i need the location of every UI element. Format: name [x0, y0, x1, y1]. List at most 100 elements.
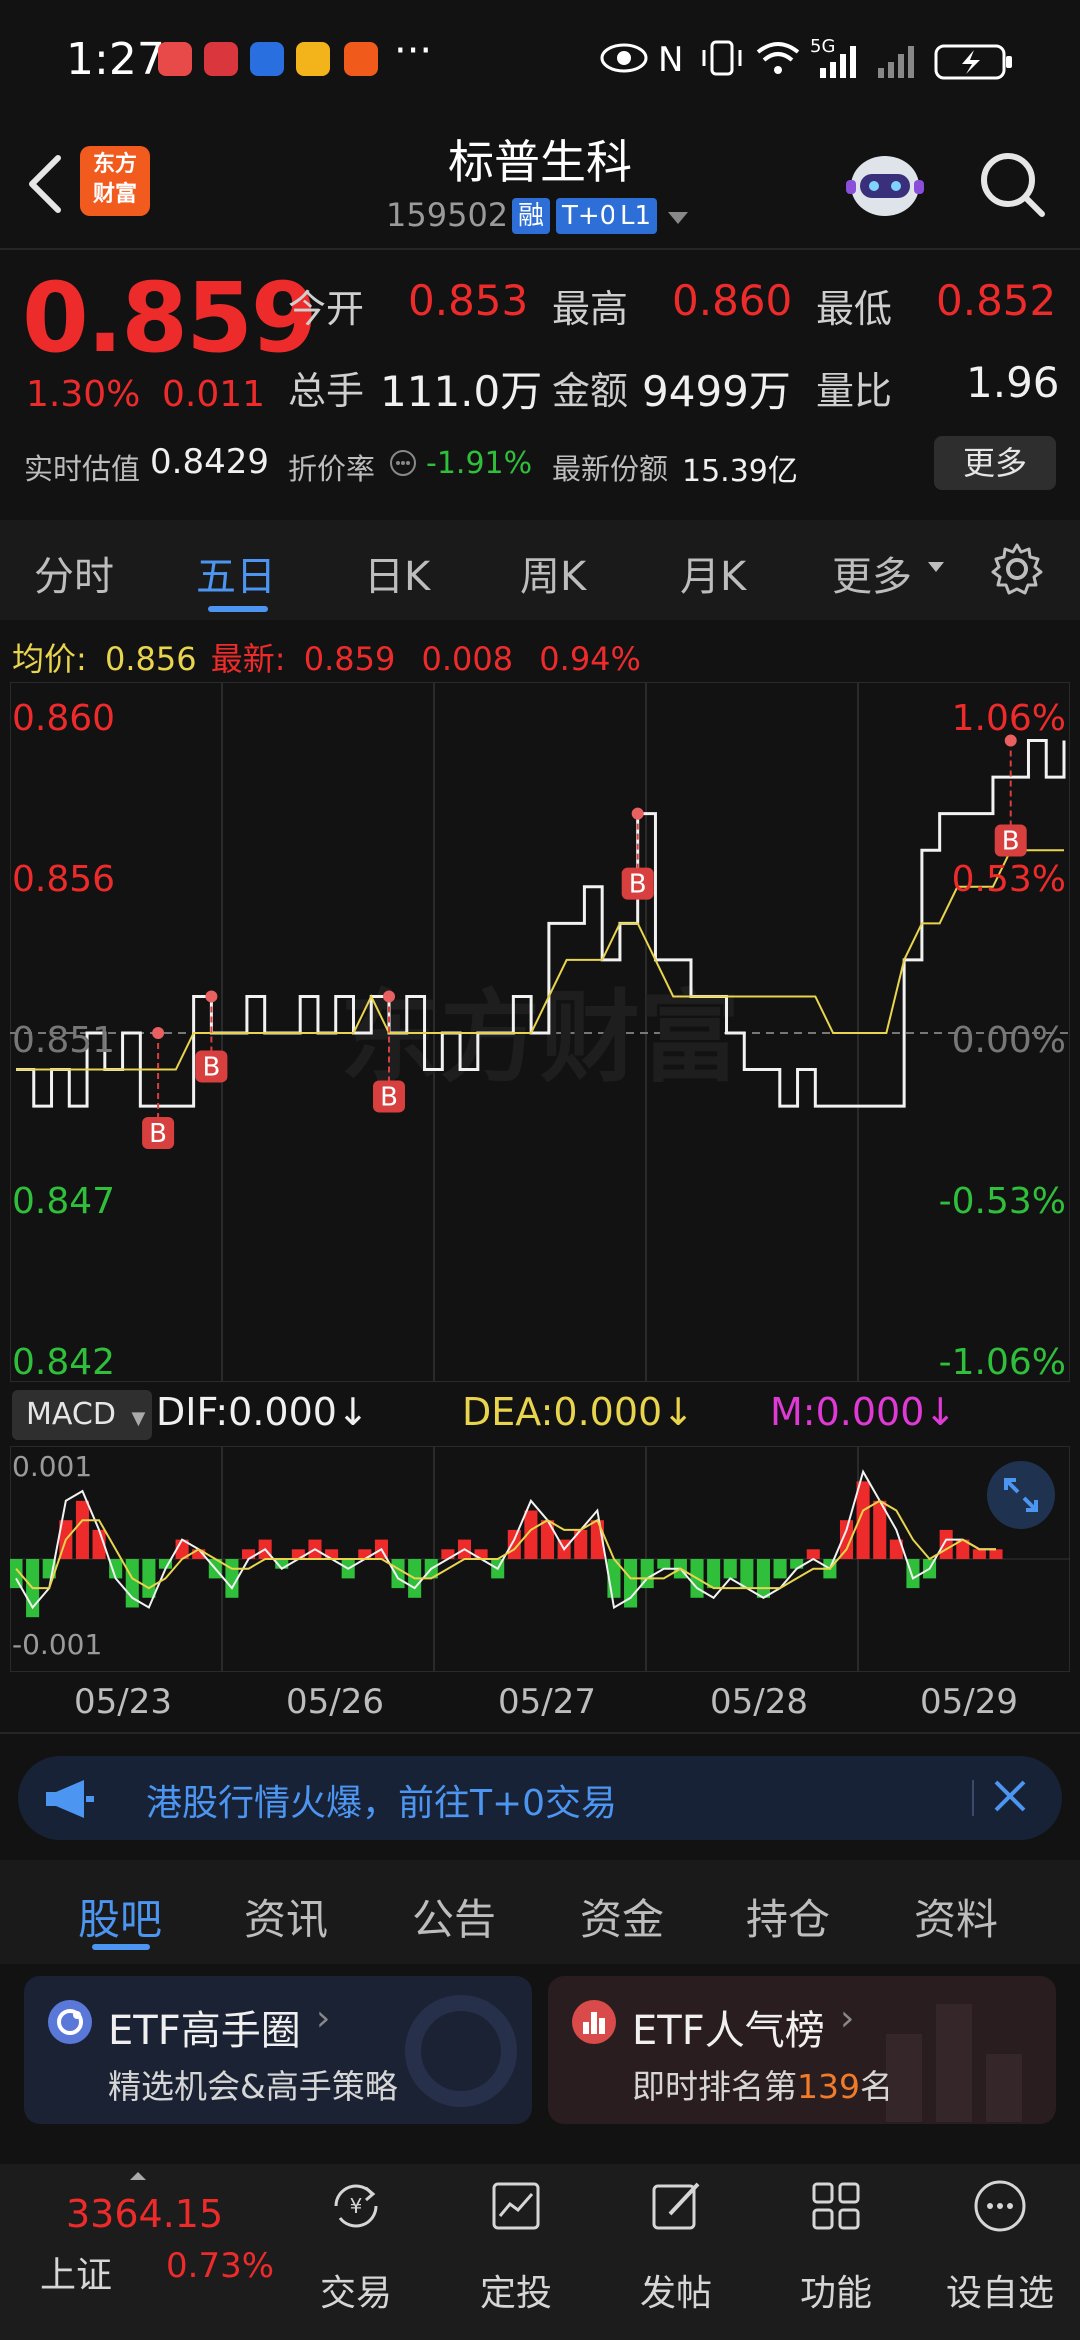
index-name[interactable]: 上证	[40, 2246, 112, 2298]
index-value[interactable]: 3364.15	[66, 2192, 223, 2236]
index-expand-icon[interactable]	[130, 2172, 146, 2180]
amount-label: 金额	[552, 369, 629, 413]
macd-bottom-label: -0.001	[12, 1628, 102, 1661]
low-value: 0.852	[936, 276, 1057, 325]
margin-tag[interactable]: 融	[512, 198, 551, 234]
tab-more[interactable]: 更多	[832, 544, 912, 602]
l1-tag[interactable]: L1	[614, 198, 658, 234]
pct-tick-label: 1.06%	[952, 698, 1066, 739]
robot-assistant-icon[interactable]	[842, 146, 928, 224]
more-quote-button[interactable]: 更多	[934, 436, 1056, 490]
date-label: 05/27	[498, 1682, 596, 1722]
date-label: 05/23	[74, 1682, 172, 1722]
etf-expert-circle-card[interactable]: ETF高手圈 › 精选机会&高手策略	[24, 1976, 532, 2124]
macd-bar	[657, 1559, 671, 1569]
y-tick-label: 0.847	[12, 1181, 115, 1222]
macd-bar	[989, 1549, 1003, 1559]
tab-profile[interactable]: 资料	[914, 1886, 998, 1947]
macd-bar	[972, 1549, 986, 1559]
nav-label: 交易	[319, 2273, 392, 2314]
chart-info-line: 均价: 0.856 最新: 0.859 0.008 0.94%	[12, 634, 641, 680]
premium-info-icon[interactable]	[388, 448, 418, 478]
etf-popularity-card[interactable]: ETF人气榜 › 即时排名第139名	[548, 1976, 1056, 2124]
signal-icon	[820, 46, 856, 78]
tab-more-caret-icon[interactable]	[928, 562, 944, 572]
message-app-icon	[344, 42, 378, 76]
weibo-icon	[296, 42, 330, 76]
macd-top-label: 0.001	[12, 1450, 92, 1483]
card-bars-decoration-icon	[886, 2004, 1022, 2122]
latest-change: 0.008	[421, 640, 514, 678]
banner-text[interactable]: 港股行情火爆，前往T+0交易	[146, 1774, 617, 1826]
tab-daily-k[interactable]: 日K	[364, 544, 430, 602]
tab-forum[interactable]: 股吧	[78, 1886, 162, 1947]
premium-value: -1.91%	[426, 446, 533, 481]
tab-announcements[interactable]: 公告	[412, 1886, 496, 1947]
dea-arrow: ↓	[662, 1390, 695, 1434]
header-divider	[0, 248, 1080, 250]
close-icon[interactable]	[990, 1776, 1030, 1816]
premium-label: 折价率	[288, 452, 376, 486]
date-label: 05/28	[710, 1682, 808, 1722]
chart-calendar-icon	[492, 2182, 540, 2230]
rank-number: 139	[797, 2067, 860, 2106]
tab-weekly-k[interactable]: 周K	[520, 544, 586, 602]
avg-label: 均价:	[12, 640, 87, 678]
eye-icon	[600, 43, 648, 73]
indicator-caret-icon: ▼	[131, 1408, 146, 1429]
macd-bar	[939, 1529, 953, 1559]
macd-bar	[391, 1559, 405, 1589]
tab-monthly-k[interactable]: 月K	[680, 544, 746, 602]
expand-chart-icon[interactable]	[986, 1460, 1056, 1530]
nav-fixed-invest[interactable]: 定投	[456, 2176, 576, 2326]
current-price: 0.859	[22, 262, 318, 374]
pct-tick-label: 0.53%	[952, 859, 1066, 900]
tab-intraday[interactable]: 分时	[34, 544, 114, 602]
tab-news[interactable]: 资讯	[244, 1886, 328, 1947]
t0-tag[interactable]: T+0	[556, 198, 623, 234]
indicator-select[interactable]: MACD ▼	[12, 1390, 152, 1440]
macd-bar	[790, 1559, 804, 1569]
tab-holdings[interactable]: 持仓	[746, 1886, 830, 1947]
index-percent[interactable]: 0.73%	[166, 2246, 274, 2286]
shares-value: 15.39亿	[682, 454, 798, 489]
tab-funds[interactable]: 资金	[580, 1886, 664, 1947]
tag-dropdown-icon[interactable]	[668, 212, 688, 224]
volume-ratio-value: 1.96	[966, 358, 1060, 407]
huawei-app-icon	[204, 42, 238, 76]
gear-icon[interactable]	[990, 542, 1044, 596]
macd-bar	[806, 1549, 820, 1559]
macd-bar	[75, 1500, 89, 1559]
tab-five-day[interactable]: 五日	[196, 544, 276, 602]
nav-trade[interactable]: ¥ 交易	[296, 2176, 416, 2326]
iopv-value: 0.8429	[150, 442, 269, 482]
dea-text: DEA:0.000	[462, 1390, 663, 1434]
volume-ratio-label: 量比	[816, 369, 893, 413]
macd-bar	[242, 1549, 256, 1559]
nav-functions[interactable]: 功能	[776, 2176, 896, 2326]
buy-marker-label: B	[380, 1082, 398, 1112]
five-day-price-chart[interactable]: 东方财富BBBBB0.8600.8560.8510.8470.8421.06%0…	[10, 682, 1070, 1382]
nav-add-watchlist[interactable]: 设自选	[940, 2176, 1060, 2326]
battery-icon	[934, 44, 1012, 80]
m-arrow: ↓	[924, 1390, 957, 1434]
volume-label: 总手	[288, 369, 365, 413]
y-tick-label: 0.856	[12, 859, 115, 900]
dif-text: DIF:0.000	[156, 1390, 337, 1434]
nav-label: 功能	[799, 2273, 872, 2314]
macd-bar	[441, 1549, 455, 1559]
buy-marker-dot	[631, 807, 644, 820]
date-label: 05/26	[286, 1682, 384, 1722]
search-icon[interactable]	[976, 148, 1048, 220]
buy-marker-label: B	[1002, 827, 1020, 857]
back-arrow-icon[interactable]	[24, 152, 68, 216]
open-value: 0.853	[408, 276, 529, 325]
browser-app-icon	[250, 42, 284, 76]
macd-chart[interactable]: 0.001 -0.001	[10, 1446, 1070, 1672]
card-decoration-icon	[405, 1995, 517, 2107]
active-tab-indicator	[208, 606, 268, 612]
buy-marker-dot	[152, 1027, 165, 1039]
change-value: 0.011	[162, 374, 266, 415]
macd-bar	[707, 1559, 721, 1589]
nav-post[interactable]: 发帖	[616, 2176, 736, 2326]
